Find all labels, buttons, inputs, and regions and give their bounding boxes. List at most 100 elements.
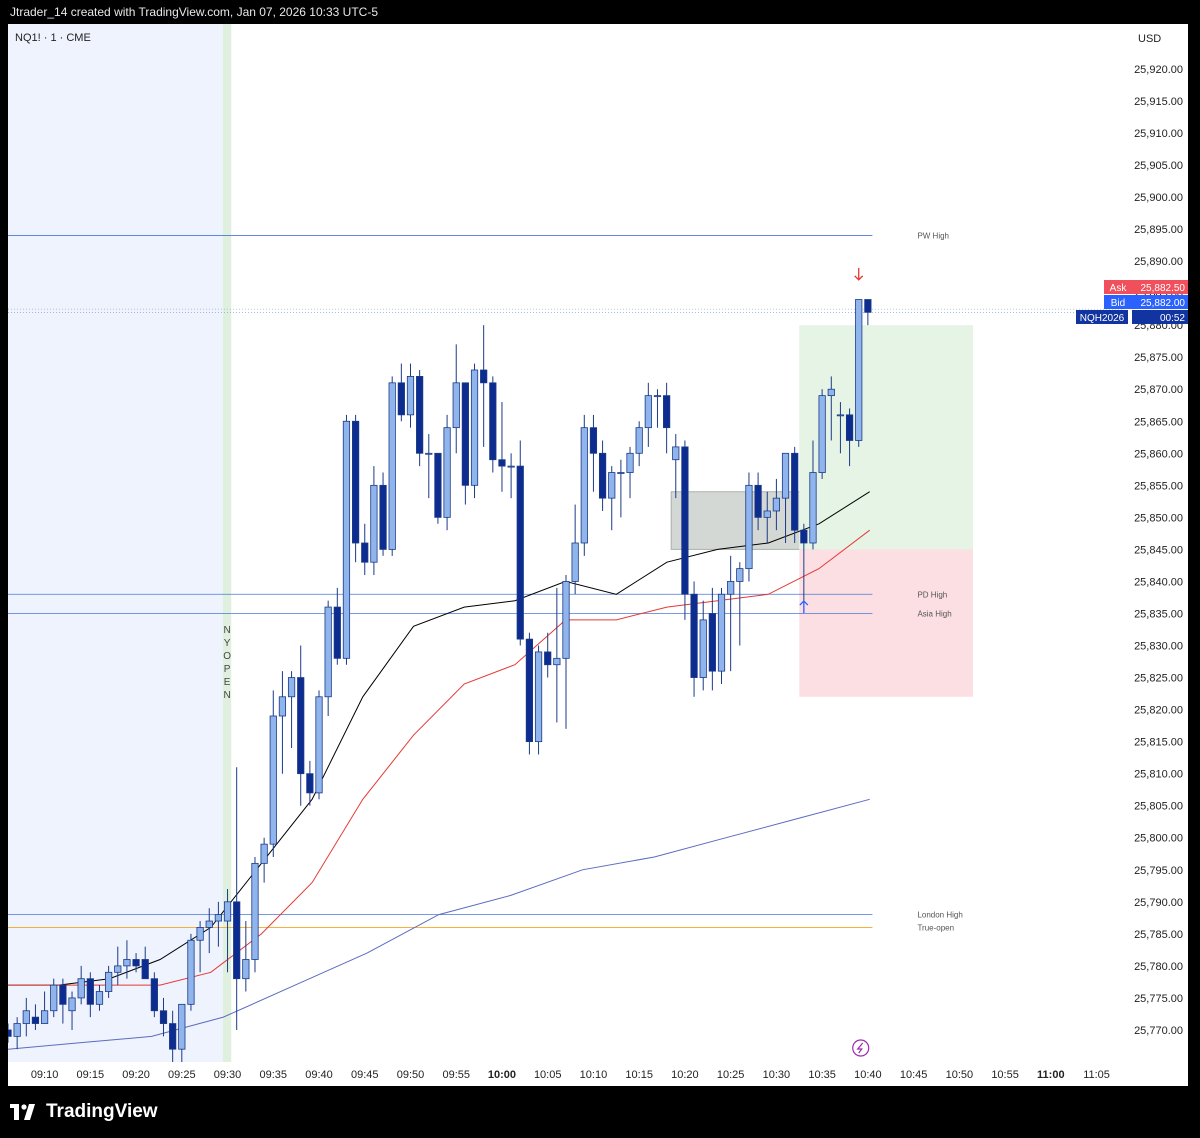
candle-body (388, 382, 396, 550)
candle-body (699, 619, 707, 678)
y-tick-label: 25,910.00 (1134, 128, 1183, 140)
candle-body (114, 965, 122, 973)
price-tag-name: Bid (1111, 298, 1125, 309)
candle-body (434, 452, 442, 518)
symbol-label: NQ1! · 1 · CME (15, 32, 91, 44)
x-tick-label: 10:05 (534, 1069, 562, 1081)
candle-body (361, 542, 369, 563)
candle-body (772, 497, 780, 512)
x-tick-label: 10:00 (488, 1069, 516, 1081)
x-tick-label: 09:30 (214, 1069, 242, 1081)
candle-body (571, 542, 579, 582)
candle-body (233, 901, 241, 980)
candle-body (287, 677, 296, 698)
candle-body (178, 1003, 186, 1050)
candle-body (534, 651, 543, 743)
candle-body (672, 446, 680, 461)
x-tick-label: 09:55 (442, 1069, 470, 1081)
y-tick-label: 25,850.00 (1134, 512, 1183, 524)
candle-body (150, 978, 158, 1012)
price-chart[interactable]: NYOPENPW HighPD HighAsia HighLondon High… (8, 24, 1188, 1086)
price-tag-value: 25,882.00 (1141, 298, 1186, 309)
y-tick-label: 25,820.00 (1134, 705, 1183, 717)
x-tick-label: 10:45 (900, 1069, 928, 1081)
candle-body (663, 395, 671, 429)
replay-icon (852, 1039, 870, 1057)
candle-body (59, 984, 67, 1005)
candle-body (635, 427, 643, 454)
y-tick-label: 25,900.00 (1134, 192, 1183, 204)
candle-body (196, 927, 204, 941)
candle-body (251, 862, 259, 960)
y-tick-label: 25,855.00 (1134, 480, 1183, 492)
candle-body (653, 395, 662, 398)
candle-body (589, 427, 598, 454)
x-tick-label: 10:25 (717, 1069, 745, 1081)
candle-body (525, 638, 534, 743)
chart-panel[interactable]: N Y O P E N PW High PD High Asia High London High… (8, 24, 1188, 1086)
candle-body (40, 1010, 49, 1024)
candle-body (31, 1016, 40, 1024)
tradingview-logo-icon (10, 1104, 35, 1120)
candle-body (470, 369, 479, 486)
y-tick-label: 25,810.00 (1134, 769, 1183, 781)
candle-body (791, 452, 799, 531)
candle-body (745, 484, 753, 570)
candle-body (86, 978, 94, 1005)
candle-body (105, 971, 113, 992)
candle-body (598, 452, 607, 499)
currency-label: USD (1138, 33, 1161, 45)
candle-body (425, 452, 433, 455)
candle-body (553, 657, 561, 666)
price-tag-value: 00:52 (1160, 313, 1185, 324)
candle-body (187, 939, 195, 1005)
candle-body (443, 427, 451, 518)
candle-body (544, 651, 552, 666)
price-tag-name: NQH2026 (1080, 313, 1125, 324)
candle-body (855, 299, 863, 441)
y-tick-label: 25,920.00 (1134, 64, 1183, 76)
candle-body (416, 376, 424, 454)
candle-body (8, 1029, 12, 1037)
y-tick-label: 25,800.00 (1134, 833, 1183, 845)
candle-body (507, 465, 515, 468)
candle-body (498, 459, 506, 467)
candle-body (580, 427, 588, 544)
y-tick-label: 25,775.00 (1134, 993, 1183, 1005)
candle-body (132, 959, 140, 967)
candle-body (379, 484, 387, 550)
x-tick-label: 09:45 (351, 1069, 379, 1081)
candle-body (242, 959, 250, 980)
price-tag-name: Ask (1110, 283, 1128, 294)
y-tick-label: 25,835.00 (1134, 608, 1183, 620)
candle-body (781, 452, 790, 499)
candle-body (370, 484, 378, 563)
candle-body (717, 593, 726, 672)
candle-body (690, 593, 698, 678)
x-tick-label: 10:55 (991, 1069, 1019, 1081)
candle-body (800, 529, 808, 544)
x-tick-label: 10:20 (671, 1069, 699, 1081)
x-tick-label: 09:15 (77, 1069, 105, 1081)
x-tick-label: 10:30 (763, 1069, 791, 1081)
tradingview-logo[interactable]: TradingView (10, 1101, 158, 1123)
x-tick-label: 09:20 (122, 1069, 150, 1081)
candle-body (352, 420, 360, 544)
y-tick-label: 25,870.00 (1134, 384, 1183, 396)
candle-body (626, 452, 634, 473)
candle-body (708, 613, 716, 672)
y-tick-label: 25,830.00 (1134, 641, 1183, 653)
candle-body (315, 696, 323, 794)
candle-body (836, 414, 845, 417)
candle-body (763, 510, 771, 518)
x-tick-label: 10:50 (946, 1069, 974, 1081)
candle-body (818, 395, 826, 473)
y-tick-label: 25,825.00 (1134, 673, 1183, 685)
candle-body (95, 991, 104, 1005)
candle-body (205, 920, 213, 928)
candle-body (754, 484, 762, 518)
candle-body (864, 299, 872, 313)
candle-body (77, 978, 85, 999)
candle-body (342, 420, 351, 659)
y-tick-label: 25,860.00 (1134, 448, 1183, 460)
